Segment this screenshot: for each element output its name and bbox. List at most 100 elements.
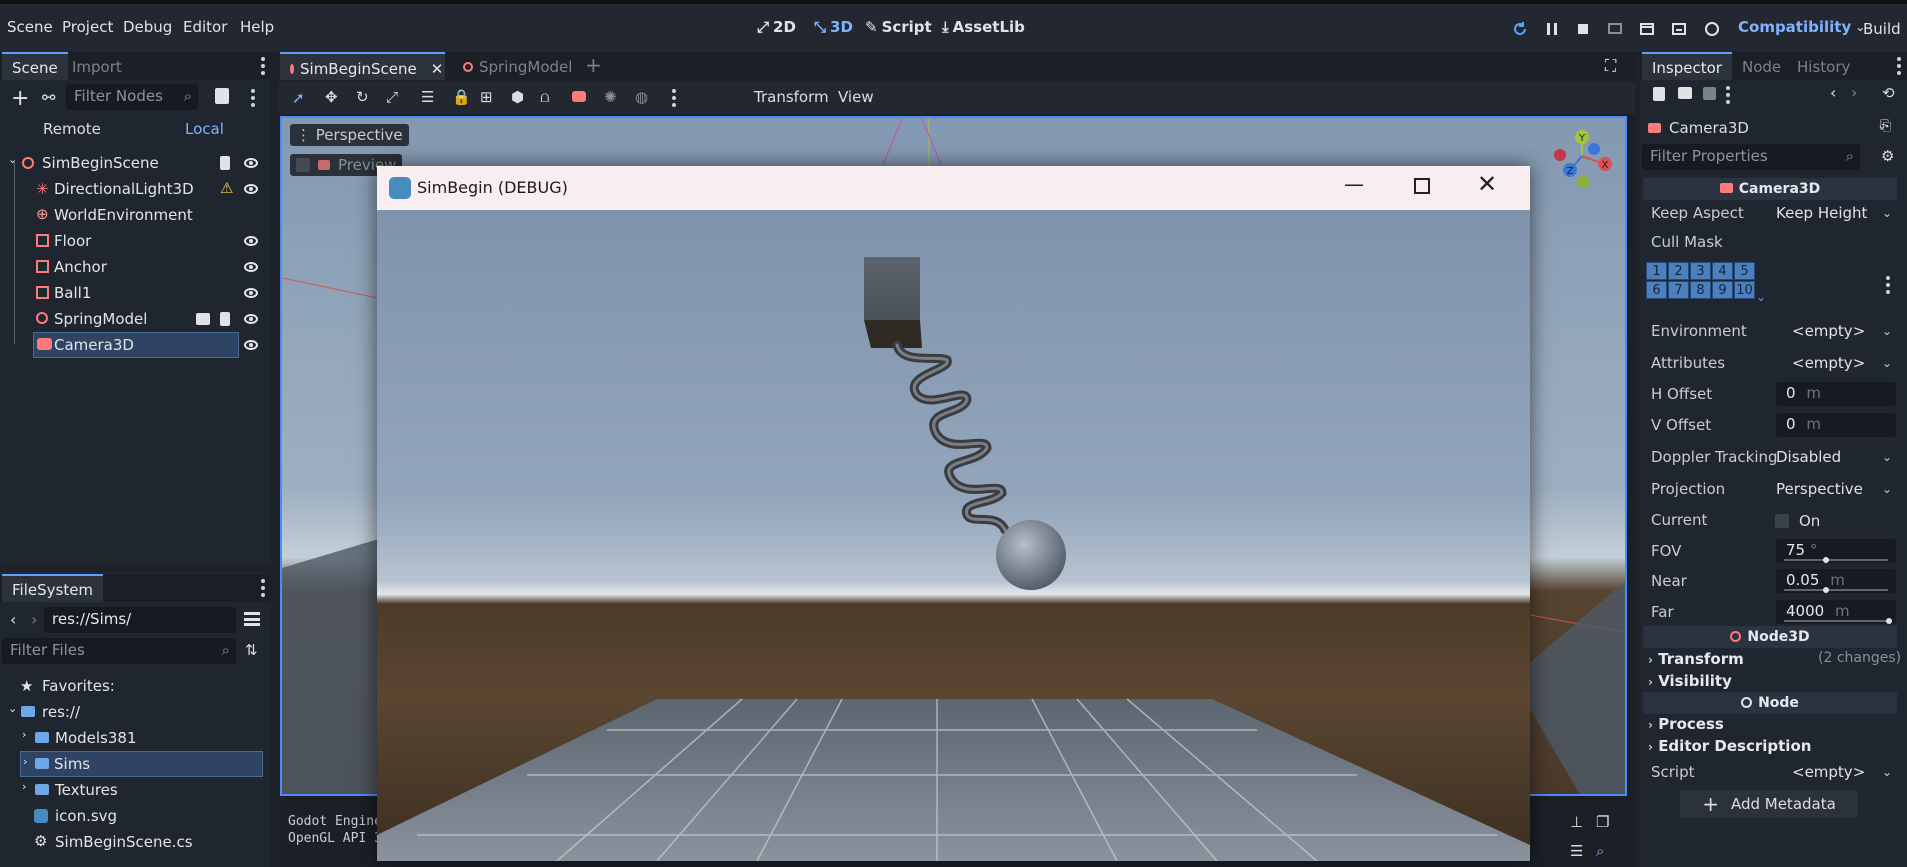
slider-grabber[interactable] [1823, 557, 1829, 563]
play-scene-icon[interactable] [1638, 20, 1656, 38]
tab-history[interactable]: History [1787, 56, 1860, 78]
current-checkbox[interactable]: On [1775, 509, 1875, 533]
maximize-icon[interactable] [1414, 178, 1430, 194]
slider-grabber[interactable] [1823, 587, 1829, 593]
copy-icon[interactable]: ❐ [1596, 813, 1609, 831]
visibility-icon[interactable] [244, 314, 258, 324]
cull-layer[interactable]: 8 [1690, 281, 1711, 299]
pin-icon[interactable]: ⊥ [1570, 813, 1583, 831]
tab-node[interactable]: Node [1732, 56, 1791, 78]
mode-script-button[interactable]: ✎ Script [865, 18, 932, 36]
tab-springmodel[interactable]: SpringModel [453, 56, 582, 78]
open-scene-icon[interactable] [196, 313, 210, 325]
cull-layer[interactable]: 3 [1690, 262, 1711, 280]
renderer-select[interactable]: Compatibility ⌄ [1738, 18, 1865, 36]
h-offset-field[interactable]: 0 m [1776, 382, 1896, 406]
environment-icon[interactable]: ◍ [635, 88, 648, 106]
object-selector[interactable]: Camera3D ⌄ [1642, 116, 1887, 140]
stop-icon[interactable] [1574, 20, 1592, 38]
game-window-titlebar[interactable]: SimBegin (DEBUG) — ✕ [377, 166, 1530, 210]
script-attached-icon[interactable] [220, 312, 230, 326]
local-space-icon[interactable]: ⬢ [511, 88, 524, 106]
cull-layer[interactable]: 5 [1734, 262, 1755, 280]
local-toggle[interactable]: Local [185, 120, 224, 138]
folder-textures[interactable]: › Textures [22, 777, 260, 803]
history-back-icon[interactable]: ‹ [1830, 83, 1836, 102]
group-process[interactable]: › Process [1648, 715, 1724, 733]
tab-simbeginscene[interactable]: SimBeginScene ✕ [280, 52, 445, 80]
tab-filesystem[interactable]: FileSystem [2, 574, 104, 602]
more-icon[interactable] [672, 89, 676, 107]
v-offset-field[interactable]: 0 m [1776, 413, 1896, 437]
cull-layer[interactable]: 2 [1668, 262, 1689, 280]
folder-res[interactable]: ⌄ res:// [8, 699, 260, 725]
script-attached-icon[interactable] [220, 156, 230, 170]
tree-node-directionallight3d[interactable]: ✳ DirectionalLight3D ⚠ [16, 176, 268, 202]
remote-debug-icon[interactable] [1606, 20, 1624, 38]
close-icon[interactable]: ✕ [431, 60, 444, 78]
transform-menu[interactable]: Transform [754, 88, 829, 106]
minimize-icon[interactable]: — [1344, 172, 1364, 196]
visibility-icon[interactable] [244, 340, 258, 350]
filter-properties-input[interactable]: Filter Properties ⌕ [1642, 144, 1860, 170]
mode-assetlib-button[interactable]: ⤓ AssetLib [942, 18, 1025, 36]
scale-tool-icon[interactable]: ⤢ [386, 88, 398, 106]
doc-icon[interactable]: ⎘ [1880, 118, 1891, 134]
slider-grabber[interactable] [1886, 618, 1892, 624]
pause-icon[interactable] [1543, 20, 1561, 38]
filter-files-input[interactable]: Filter Files ⌕ [2, 638, 236, 664]
path-input[interactable]: res://Sims/ [44, 607, 236, 633]
cull-layer[interactable]: 1 [1646, 262, 1667, 280]
save-icon[interactable] [1703, 87, 1716, 100]
more-icon[interactable] [1897, 57, 1901, 75]
tree-node-floor[interactable]: Floor [16, 228, 268, 254]
reload-icon[interactable] [1511, 20, 1529, 38]
view-menu[interactable]: View [838, 88, 874, 106]
camera-preview-icon[interactable] [572, 91, 586, 102]
tree-node-camera3d[interactable]: Camera3D [33, 332, 239, 358]
list-select-icon[interactable]: ☰ [421, 88, 434, 106]
more-icon[interactable] [261, 579, 265, 597]
game-render-area[interactable] [377, 210, 1530, 861]
visibility-icon[interactable] [244, 184, 258, 194]
cull-layer[interactable]: 6 [1646, 281, 1667, 299]
file-icon-svg[interactable]: icon.svg [34, 803, 260, 829]
doppler-select[interactable]: Disabled ⌄ [1770, 446, 1896, 470]
toggle-split-icon[interactable] [244, 612, 260, 626]
add-node-icon[interactable]: + [11, 86, 29, 111]
select-tool-icon[interactable]: ➚ [292, 89, 305, 107]
cull-layer[interactable]: 9 [1712, 281, 1733, 299]
load-resource-icon[interactable] [1678, 87, 1692, 99]
scene-more-icon[interactable] [251, 89, 255, 107]
projection-select[interactable]: Perspective ⌄ [1770, 478, 1896, 502]
sort-icon[interactable]: ⇅ [245, 641, 258, 659]
tab-import[interactable]: Import [62, 56, 132, 78]
menu-editor[interactable]: Editor [183, 18, 227, 36]
menu-project[interactable]: Project [62, 18, 113, 36]
warning-icon[interactable]: ⚠ [220, 179, 233, 197]
menu-debug[interactable]: Debug [123, 18, 172, 36]
visibility-icon[interactable] [244, 236, 258, 246]
fullscreen-icon[interactable]: ⛶ [1605, 56, 1616, 76]
group-transform[interactable]: › Transform [1648, 650, 1744, 668]
movie-maker-icon[interactable] [1703, 20, 1721, 38]
cull-mask-menu-icon[interactable] [1886, 276, 1890, 294]
add-tab-icon[interactable]: + [585, 53, 602, 77]
filter-nodes-input[interactable]: Filter Nodes ⌕ [66, 84, 198, 110]
tab-scene[interactable]: Scene [2, 52, 68, 80]
attributes-picker[interactable]: <empty> ⌄ [1780, 352, 1896, 376]
back-icon[interactable]: ‹ [10, 610, 16, 629]
tree-node-springmodel[interactable]: SpringModel [16, 306, 268, 332]
perspective-menu[interactable]: ⋮ Perspective [290, 124, 409, 146]
build-button[interactable]: Build [1863, 20, 1901, 38]
mode-3d-button[interactable]: ⤡ 3D [814, 18, 853, 36]
tree-node-worldenvironment[interactable]: ⊕ WorldEnvironment [16, 202, 268, 228]
tab-inspector[interactable]: Inspector [1642, 52, 1732, 80]
object-history-icon[interactable]: ⟲ [1882, 84, 1895, 102]
add-metadata-button[interactable]: + Add Metadata [1680, 790, 1858, 818]
game-window[interactable]: SimBegin (DEBUG) — ✕ [377, 166, 1530, 861]
menu-help[interactable]: Help [240, 18, 274, 36]
environment-picker[interactable]: <empty> ⌄ [1780, 320, 1896, 344]
visibility-icon[interactable] [244, 158, 258, 168]
tree-node-ball1[interactable]: Ball1 [16, 280, 268, 306]
